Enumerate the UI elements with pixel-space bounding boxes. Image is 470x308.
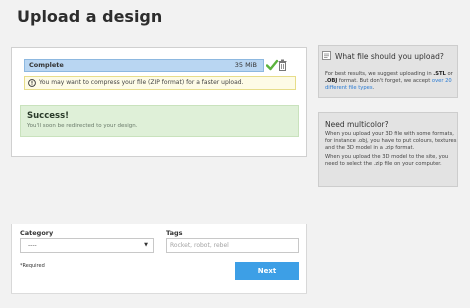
- upload-progress-bar: Complete 35 MiB: [24, 59, 264, 72]
- tags-input[interactable]: [166, 238, 299, 253]
- file-size: 35 MiB: [234, 61, 257, 69]
- upload-status: Complete: [29, 61, 64, 69]
- check-icon: [266, 59, 278, 71]
- category-label: Category: [20, 229, 54, 237]
- multicolor-paragraph-1: When you upload your 3D file with some f…: [325, 131, 457, 151]
- page-title: Upload a design: [17, 7, 163, 26]
- compression-warning: You may want to compress your file (ZIP …: [24, 76, 296, 90]
- category-select[interactable]: ---- ▼: [20, 238, 154, 253]
- info-icon: [322, 51, 331, 60]
- required-note: *Required: [20, 263, 45, 269]
- next-button[interactable]: Next: [235, 262, 299, 280]
- multicolor-paragraph-2: When you upload the 3D model to the site…: [325, 154, 449, 167]
- warning-icon: [28, 79, 36, 87]
- file-help-text: For best results, we suggest uploading i…: [325, 71, 453, 91]
- multicolor-help-title: Need multicolor?: [325, 120, 389, 129]
- chevron-down-icon: ▼: [144, 242, 148, 248]
- success-title: Success!: [27, 111, 70, 121]
- success-message: Success! You'll soon be redirected to yo…: [20, 105, 299, 137]
- file-help-title: What file should you upload?: [335, 52, 444, 61]
- divider: [11, 293, 307, 294]
- warning-text: You may want to compress your file (ZIP …: [39, 79, 244, 86]
- upload-card: Complete 35 MiB You may want to compress…: [11, 47, 307, 157]
- tags-label: Tags: [166, 229, 183, 237]
- success-subtitle: You'll soon be redirected to your design…: [27, 123, 138, 129]
- design-details-form: [11, 224, 307, 294]
- trash-icon[interactable]: [278, 59, 287, 71]
- category-selected-value: ----: [28, 242, 37, 249]
- multicolor-help-text: When you upload your 3D file with some f…: [325, 131, 457, 170]
